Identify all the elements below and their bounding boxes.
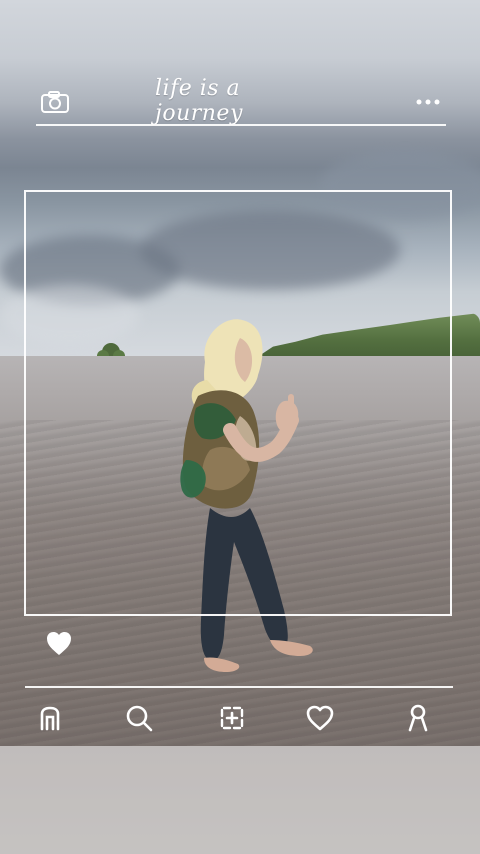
instagram-frame-overlay: life is a journey	[0, 0, 480, 854]
top-divider	[36, 124, 446, 126]
screen: life is a journey	[0, 0, 480, 854]
home-icon[interactable]	[30, 698, 70, 738]
heart-filled-icon[interactable]	[44, 628, 74, 658]
search-icon[interactable]	[119, 698, 159, 738]
add-post-icon[interactable]	[212, 698, 252, 738]
top-bar: life is a journey	[0, 76, 480, 133]
profile-icon[interactable]	[398, 698, 438, 738]
bottom-divider	[25, 686, 453, 688]
page-title: life is a journey	[155, 76, 243, 126]
photo-frame	[24, 190, 452, 616]
bottom-nav	[0, 694, 480, 742]
heart-icon[interactable]	[300, 698, 340, 738]
camera-icon[interactable]	[38, 88, 72, 116]
more-icon[interactable]	[412, 88, 444, 116]
